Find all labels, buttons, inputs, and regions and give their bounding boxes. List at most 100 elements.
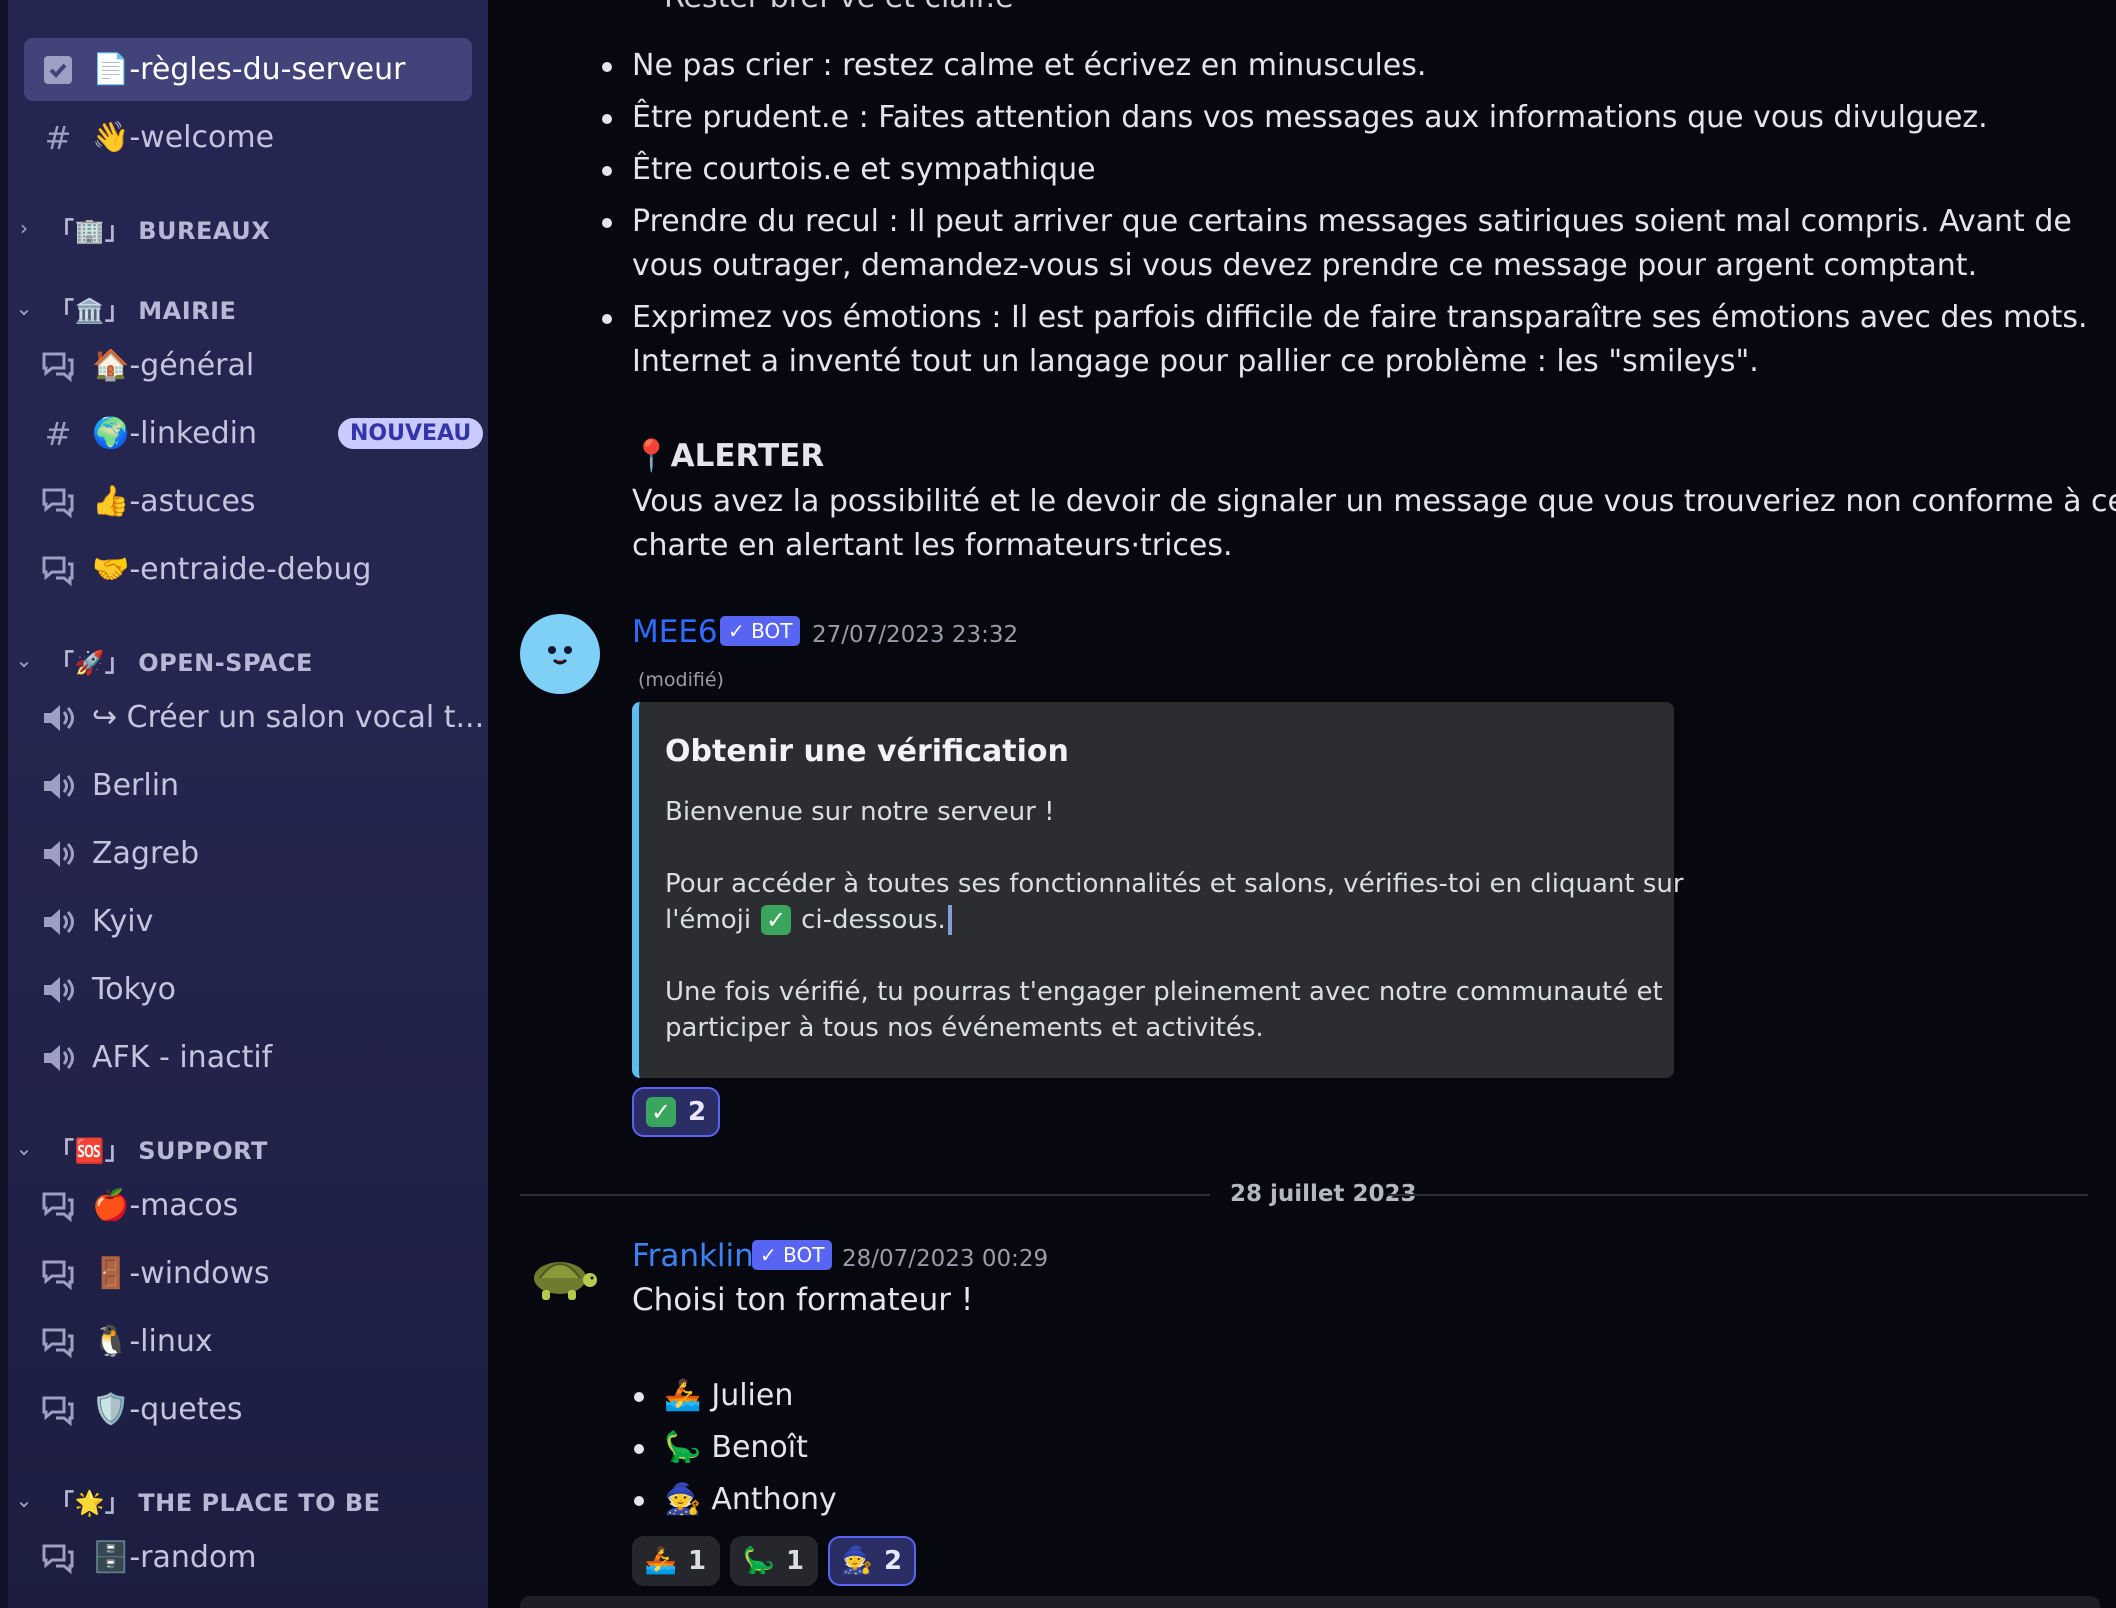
bullet-line: vous outrager, demandez-vous si vous dev… bbox=[632, 248, 1978, 283]
voice-channel-berlin[interactable]: Berlin bbox=[24, 754, 472, 817]
chat-area: Rester bref ve et clair.e Ne pas crier :… bbox=[488, 0, 2116, 1608]
voice-channel-afk[interactable]: AFK - inactif bbox=[24, 1026, 472, 1089]
chevron-right-icon: › bbox=[20, 216, 28, 240]
alert-line: charte en alertant les formateurs·trices… bbox=[632, 528, 1233, 563]
bot-tag: ✓ BOT bbox=[720, 616, 801, 646]
choice-name: Benoît bbox=[711, 1430, 808, 1465]
channel-label: 🚪-windows bbox=[92, 1256, 270, 1291]
bot-tag: ✓ BOT bbox=[752, 1240, 833, 1270]
channel-sidebar: 📄-règles-du-serveur # 👋-welcome › 「🏢」 BU… bbox=[0, 0, 488, 1608]
reaction-dino[interactable]: 🦕 1 bbox=[730, 1536, 819, 1586]
embed-text: participer à tous nos événements et acti… bbox=[665, 1013, 1264, 1043]
choice-emoji-mage: 🧙 bbox=[664, 1482, 702, 1517]
embed-text: ci-dessous. bbox=[801, 905, 946, 935]
voice-channel-kyiv[interactable]: Kyiv bbox=[24, 890, 472, 953]
channel-linux[interactable]: 🐧-linux bbox=[24, 1310, 472, 1373]
rules-cut-line: Rester bref ve et clair.e bbox=[664, 0, 1014, 20]
reaction-count: 2 bbox=[688, 1097, 707, 1127]
forum-icon bbox=[40, 1540, 76, 1576]
speaker-icon bbox=[40, 1040, 76, 1076]
category-label: 「🏢」 BUREAUX bbox=[50, 216, 271, 245]
franklin-author[interactable]: Franklin bbox=[632, 1236, 754, 1276]
embed-text: Bienvenue sur notre serveur ! bbox=[665, 797, 1055, 827]
channel-linkedin[interactable]: # 🌍-linkedin NOUVEAU bbox=[24, 402, 484, 465]
category-label: 「🚀」 OPEN-SPACE bbox=[50, 648, 313, 677]
hash-icon: # bbox=[44, 415, 72, 453]
forum-icon bbox=[40, 348, 76, 384]
message-timestamp[interactable]: 28/07/2023 00:29 bbox=[842, 1244, 1048, 1274]
channel-random[interactable]: 🗄️-random bbox=[24, 1526, 472, 1589]
channel-general[interactable]: 🏠-général bbox=[24, 334, 472, 397]
mee6-face-icon bbox=[548, 646, 572, 665]
channel-label: 👍-astuces bbox=[92, 484, 256, 519]
message-timestamp[interactable]: 27/07/2023 23:32 bbox=[812, 620, 1018, 650]
reaction-rowboat[interactable]: 🚣 1 bbox=[632, 1536, 721, 1586]
choice-name: Julien bbox=[711, 1378, 794, 1413]
chevron-down-icon: ⌄ bbox=[15, 1136, 33, 1160]
channel-entraide-debug[interactable]: 🤝-entraide-debug bbox=[24, 538, 472, 601]
mee6-avatar[interactable] bbox=[520, 614, 600, 694]
mee6-author[interactable]: MEE6 bbox=[632, 612, 718, 652]
speaker-icon bbox=[40, 700, 76, 736]
bullet-line: Être prudent.e : Faites attention dans v… bbox=[632, 100, 1988, 135]
category-support[interactable]: ⌄ 「🆘」 SUPPORT bbox=[14, 1128, 474, 1168]
channel-quetes[interactable]: 🛡️-quetes bbox=[24, 1378, 472, 1441]
forum-icon bbox=[40, 484, 76, 520]
turtle-icon bbox=[534, 1262, 597, 1300]
category-the-place-to-be[interactable]: ⌄ 「🌟」 THE PLACE TO BE bbox=[14, 1480, 474, 1520]
franklin-avatar[interactable] bbox=[520, 1238, 600, 1318]
edited-label: (modifié) bbox=[638, 669, 724, 691]
forum-icon bbox=[40, 1392, 76, 1428]
channel-label: 🛡️-quetes bbox=[92, 1392, 243, 1427]
channel-astuces[interactable]: 👍-astuces bbox=[24, 470, 472, 533]
chevron-down-icon: ⌄ bbox=[15, 1488, 33, 1512]
choice-name: Anthony bbox=[711, 1482, 837, 1517]
embed-text-line: l'émoji ✓ ci-dessous. bbox=[665, 902, 952, 938]
category-open-space[interactable]: ⌄ 「🚀」 OPEN-SPACE bbox=[14, 640, 474, 680]
forum-icon bbox=[40, 552, 76, 588]
voice-channel-zagreb[interactable]: Zagreb bbox=[24, 822, 472, 885]
mage-emoji-icon: 🧙 bbox=[840, 1546, 874, 1576]
channel-macos[interactable]: 🍎-macos bbox=[24, 1174, 472, 1237]
category-mairie[interactable]: ⌄ 「🏛️」 MAIRIE bbox=[14, 288, 474, 328]
reaction-count: 1 bbox=[786, 1546, 805, 1576]
message-composer-edge[interactable] bbox=[520, 1596, 2100, 1608]
channel-label: ↪ Créer un salon vocal t... bbox=[92, 700, 485, 735]
voice-channel-create[interactable]: ↪ Créer un salon vocal t... bbox=[24, 686, 484, 749]
bullet-line: Ne pas crier : restez calme et écrivez e… bbox=[632, 48, 1427, 83]
choice-emoji-dino: 🦕 bbox=[664, 1430, 702, 1465]
channel-label: 🤝-entraide-debug bbox=[92, 552, 372, 587]
forum-icon bbox=[40, 1256, 76, 1292]
rules-bullet: Être prudent.e : Faites attention dans v… bbox=[602, 96, 1988, 140]
rules-channel-icon bbox=[40, 52, 76, 88]
bullet-line: Exprimez vos émotions : Il est parfois d… bbox=[632, 300, 2088, 335]
rules-bullet: Exprimez vos émotions : Il est parfois d… bbox=[602, 296, 2088, 384]
check-emoji-icon: ✓ bbox=[646, 1097, 676, 1127]
date-divider-left bbox=[520, 1194, 1210, 1196]
alert-line: Vous avez la possibilité et le devoir de… bbox=[632, 484, 2116, 519]
speaker-icon bbox=[40, 768, 76, 804]
channel-label: 👋-welcome bbox=[92, 120, 275, 155]
date-divider-right bbox=[1388, 1194, 2088, 1196]
new-badge: NOUVEAU bbox=[338, 418, 484, 449]
channel-label: Zagreb bbox=[92, 836, 200, 871]
verification-embed: Obtenir une vérification Bienvenue sur n… bbox=[632, 702, 1684, 1078]
channel-label: 📄-règles-du-serveur bbox=[92, 52, 406, 87]
channel-label: 🐧-linux bbox=[92, 1324, 213, 1359]
choice-emoji-rowboat: 🚣 bbox=[664, 1378, 702, 1413]
reaction-mage[interactable]: 🧙 2 bbox=[828, 1536, 917, 1586]
reaction-check[interactable]: ✓ 2 bbox=[632, 1087, 721, 1137]
choice-item: 🧙 Anthony bbox=[634, 1478, 837, 1522]
reaction-count: 2 bbox=[884, 1546, 903, 1576]
speaker-icon bbox=[40, 904, 76, 940]
channel-welcome[interactable]: # 👋-welcome bbox=[24, 106, 472, 169]
chevron-down-icon: ⌄ bbox=[15, 296, 33, 320]
voice-channel-tokyo[interactable]: Tokyo bbox=[24, 958, 472, 1021]
channel-label: 🌍-linkedin bbox=[92, 416, 258, 451]
channel-regles-du-serveur[interactable]: 📄-règles-du-serveur bbox=[24, 38, 472, 101]
channel-label: Berlin bbox=[92, 768, 180, 803]
text-cursor bbox=[947, 905, 952, 935]
bullet-line: Prendre du recul : Il peut arriver que c… bbox=[632, 204, 2072, 239]
category-bureaux[interactable]: › 「🏢」 BUREAUX bbox=[14, 208, 474, 248]
channel-windows[interactable]: 🚪-windows bbox=[24, 1242, 472, 1305]
